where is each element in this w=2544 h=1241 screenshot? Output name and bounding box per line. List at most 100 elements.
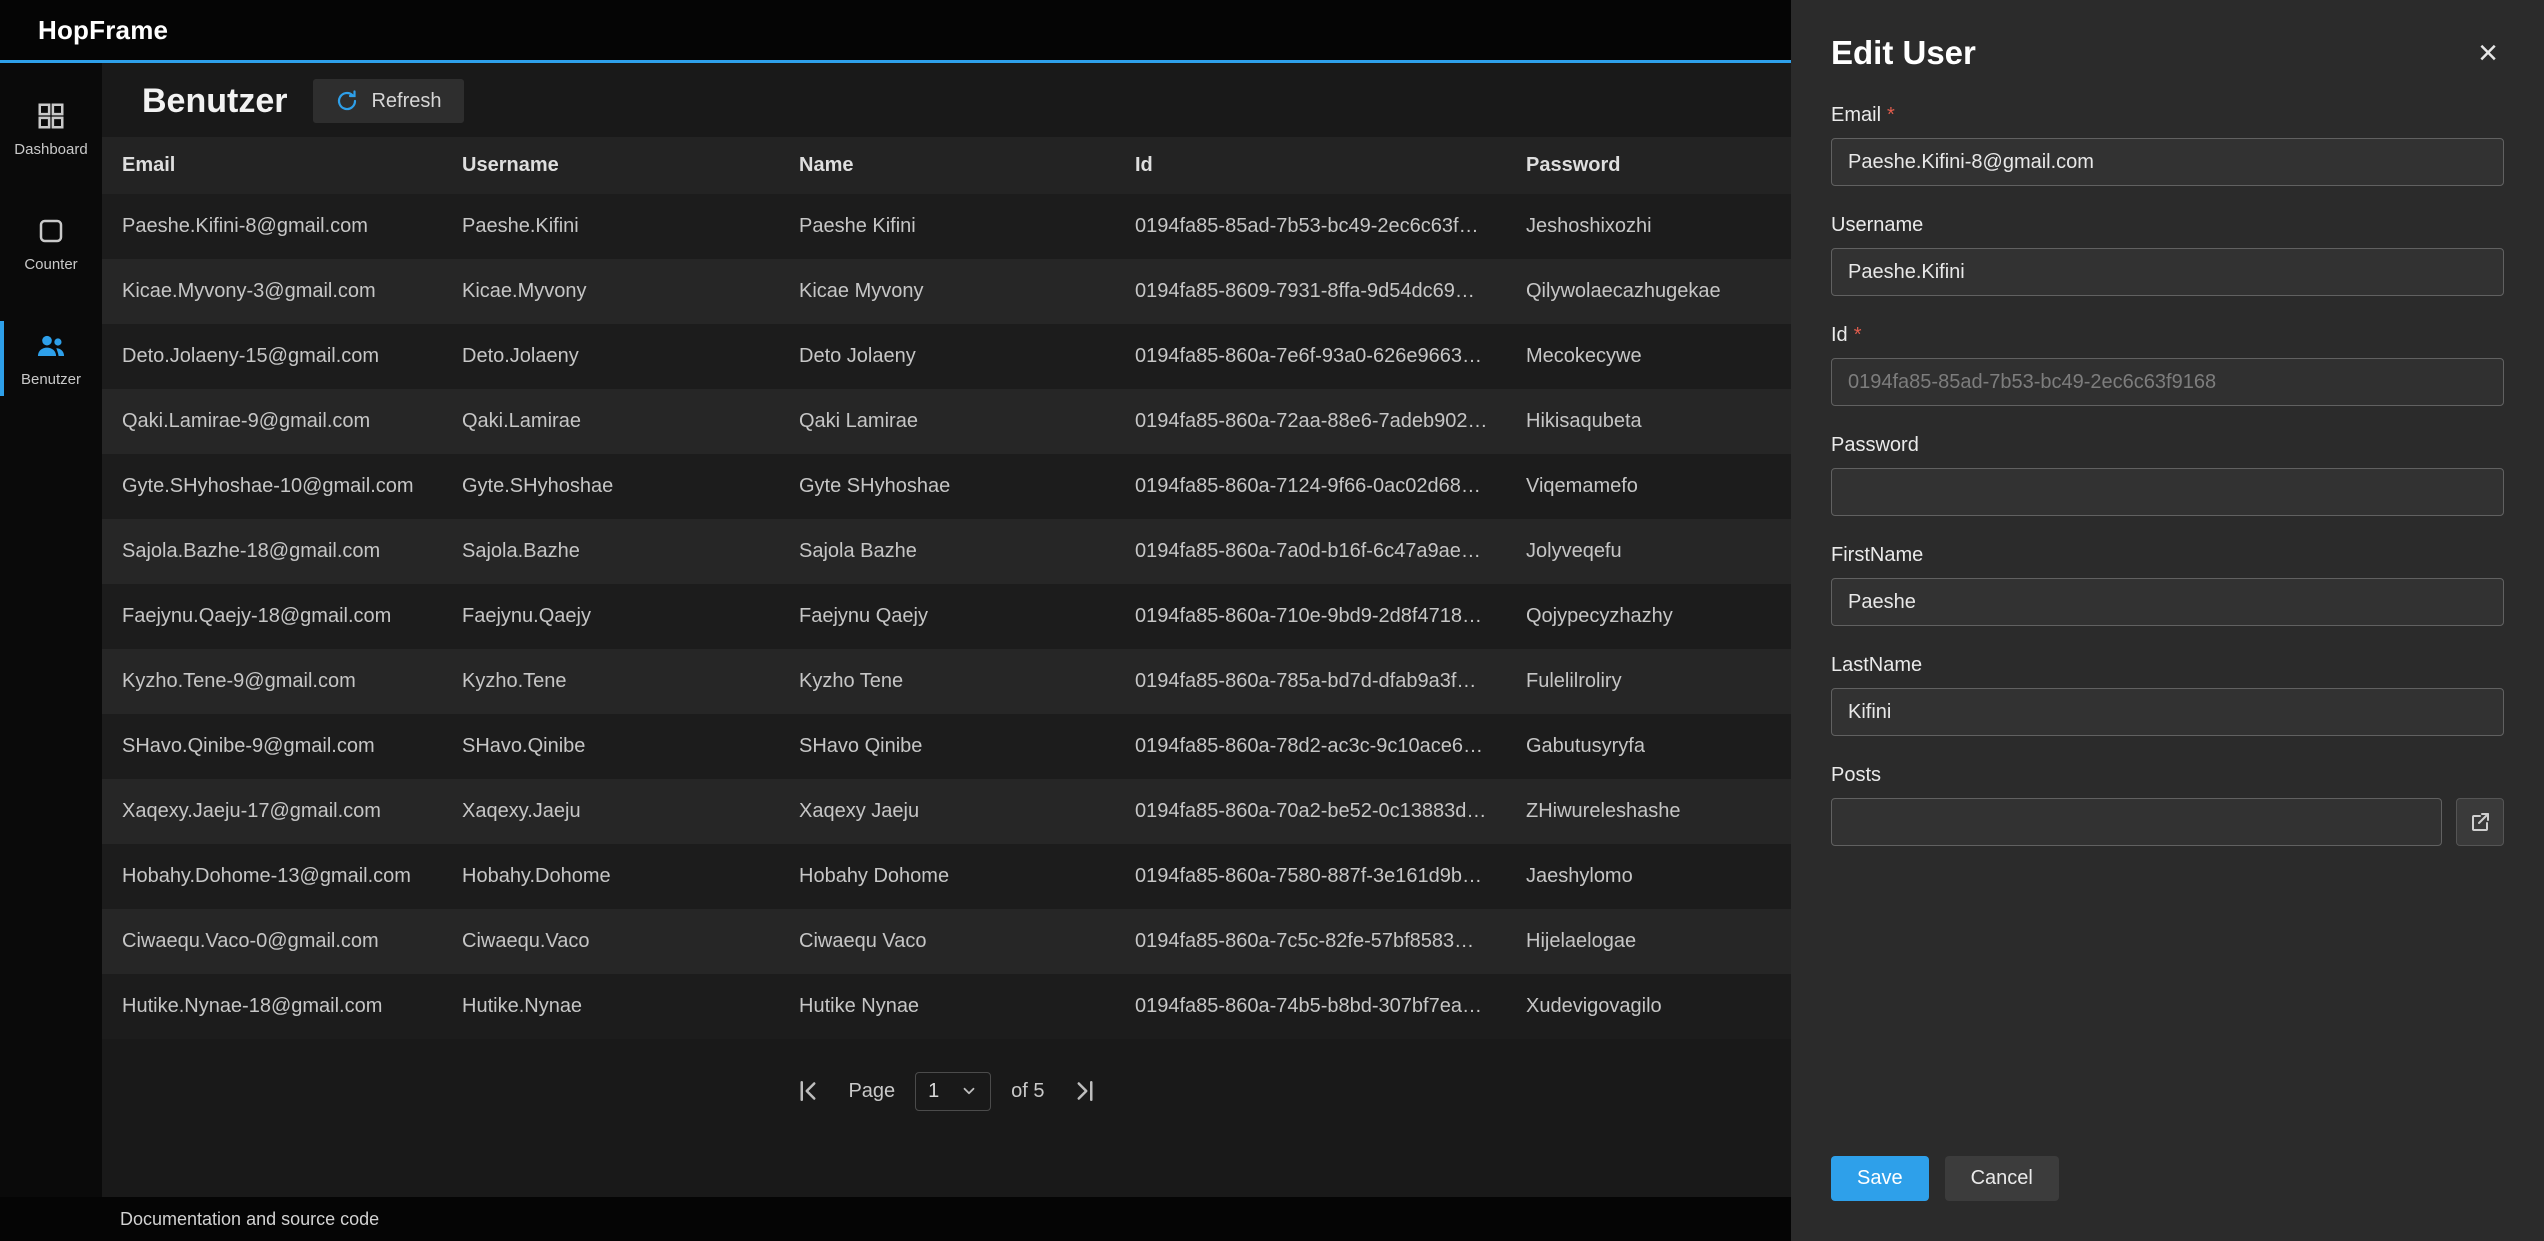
firstname-field[interactable]: [1831, 578, 2504, 626]
cancel-button[interactable]: Cancel: [1945, 1156, 2059, 1201]
edit-user-panel: Edit User × Email* Username Id* Password…: [1791, 0, 2544, 1241]
last-page-button[interactable]: [1065, 1071, 1105, 1111]
table-cell: 0194fa85-860a-78d2-ac3c-9c10ace6…: [1115, 714, 1506, 779]
documentation-link[interactable]: Documentation and source code: [120, 1209, 379, 1230]
close-icon: ×: [2478, 34, 2498, 72]
table-cell: Gyte.SHyhoshae: [442, 454, 779, 519]
table-row[interactable]: Hobahy.Dohome-13@gmail.comHobahy.DohomeH…: [102, 844, 1791, 909]
app-title: HopFrame: [38, 15, 168, 46]
table-cell: Kicae.Myvony: [442, 259, 779, 324]
table-cell: Qaki.Lamirae-9@gmail.com: [102, 389, 442, 454]
page-label: Page: [848, 1080, 895, 1103]
column-header-password: Password: [1506, 137, 1791, 194]
table-cell: Ciwaequ.Vaco: [442, 909, 779, 974]
table-row[interactable]: Faejynu.Qaejy-18@gmail.comFaejynu.QaejyF…: [102, 584, 1791, 649]
username-field[interactable]: [1831, 248, 2504, 296]
email-field[interactable]: [1831, 138, 2504, 186]
sidebar-item-counter[interactable]: Counter: [0, 202, 102, 285]
table-cell: Sajola.Bazhe-18@gmail.com: [102, 519, 442, 584]
table-cell: SHavo Qinibe: [779, 714, 1115, 779]
table-row[interactable]: Deto.Jolaeny-15@gmail.comDeto.JolaenyDet…: [102, 324, 1791, 389]
table-row[interactable]: Qaki.Lamirae-9@gmail.comQaki.LamiraeQaki…: [102, 389, 1791, 454]
table-cell: Gabutusyryfa: [1506, 714, 1791, 779]
table-cell: Hobahy.Dohome: [442, 844, 779, 909]
pagination: Page 1 of 5: [102, 1071, 1791, 1111]
refresh-label: Refresh: [371, 90, 441, 113]
table-cell: 0194fa85-860a-7c5c-82fe-57bf8583…: [1115, 909, 1506, 974]
main-content: Benutzer Refresh Email: [102, 63, 1791, 1197]
table-row[interactable]: Sajola.Bazhe-18@gmail.comSajola.BazheSaj…: [102, 519, 1791, 584]
panel-title: Edit User: [1831, 34, 1976, 72]
app-window: HopFrame Dashboard: [0, 0, 2544, 1241]
table-cell: Kyzho Tene: [779, 649, 1115, 714]
table-cell: 0194fa85-860a-710e-9bd9-2d8f4718…: [1115, 584, 1506, 649]
password-label: Password: [1831, 434, 2504, 457]
table-row[interactable]: Kyzho.Tene-9@gmail.comKyzho.TeneKyzho Te…: [102, 649, 1791, 714]
table-cell: Xaqexy.Jaeju: [442, 779, 779, 844]
table-cell: 0194fa85-860a-7124-9f66-0ac02d68…: [1115, 454, 1506, 519]
table-row[interactable]: SHavo.Qinibe-9@gmail.comSHavo.QinibeSHav…: [102, 714, 1791, 779]
field-username: Username: [1831, 214, 2504, 296]
sidebar-item-dashboard[interactable]: Dashboard: [0, 87, 102, 170]
table-cell: ZHiwureleshashe: [1506, 779, 1791, 844]
users-table: Email Username Name Id Password Paeshe.K…: [102, 137, 1791, 1039]
table-cell: Xaqexy Jaeju: [779, 779, 1115, 844]
external-link-icon: [2468, 810, 2492, 834]
column-header-id: Id: [1115, 137, 1506, 194]
sidebar-item-benutzer[interactable]: Benutzer: [0, 317, 102, 400]
firstname-label: FirstName: [1831, 544, 2504, 567]
posts-field[interactable]: [1831, 798, 2442, 846]
sidebar: Dashboard Counter: [0, 63, 102, 1197]
sidebar-item-label: Dashboard: [14, 141, 87, 158]
table-row[interactable]: Hutike.Nynae-18@gmail.comHutike.NynaeHut…: [102, 974, 1791, 1039]
lastname-field[interactable]: [1831, 688, 2504, 736]
table-row[interactable]: Paeshe.Kifini-8@gmail.comPaeshe.KifiniPa…: [102, 194, 1791, 259]
table-cell: Kicae Myvony: [779, 259, 1115, 324]
table-cell: Hutike.Nynae-18@gmail.com: [102, 974, 442, 1039]
table-cell: SHavo.Qinibe-9@gmail.com: [102, 714, 442, 779]
table-cell: Faejynu.Qaejy: [442, 584, 779, 649]
table-cell: Hutike Nynae: [779, 974, 1115, 1039]
save-button[interactable]: Save: [1831, 1156, 1929, 1201]
close-button[interactable]: ×: [2472, 34, 2504, 72]
table-cell: Gyte SHyhoshae: [779, 454, 1115, 519]
page-count-label: of 5: [1011, 1080, 1044, 1103]
table-row[interactable]: Kicae.Myvony-3@gmail.comKicae.MyvonyKica…: [102, 259, 1791, 324]
table-cell: 0194fa85-860a-7580-887f-3e161d9b…: [1115, 844, 1506, 909]
table-cell: Kyzho.Tene-9@gmail.com: [102, 649, 442, 714]
sidebar-item-label: Benutzer: [21, 371, 81, 388]
table-cell: Hobahy Dohome: [779, 844, 1115, 909]
refresh-icon: [335, 89, 359, 113]
table-row[interactable]: Gyte.SHyhoshae-10@gmail.comGyte.SHyhosha…: [102, 454, 1791, 519]
table-cell: Qojypecyzhazhy: [1506, 584, 1791, 649]
refresh-button[interactable]: Refresh: [313, 79, 463, 123]
table-cell: Xaqexy.Jaeju-17@gmail.com: [102, 779, 442, 844]
table-cell: 0194fa85-85ad-7b53-bc49-2ec6c63f…: [1115, 194, 1506, 259]
table-cell: Deto.Jolaeny: [442, 324, 779, 389]
table-cell: 0194fa85-860a-7e6f-93a0-626e9663…: [1115, 324, 1506, 389]
password-field[interactable]: [1831, 468, 2504, 516]
open-posts-button[interactable]: [2456, 798, 2504, 846]
table-row[interactable]: Ciwaequ.Vaco-0@gmail.comCiwaequ.VacoCiwa…: [102, 909, 1791, 974]
table-cell: Hobahy.Dohome-13@gmail.com: [102, 844, 442, 909]
table-cell: Paeshe Kifini: [779, 194, 1115, 259]
table-cell: Ciwaequ.Vaco-0@gmail.com: [102, 909, 442, 974]
first-page-button[interactable]: [788, 1071, 828, 1111]
table-cell: Deto.Jolaeny-15@gmail.com: [102, 324, 442, 389]
field-firstname: FirstName: [1831, 544, 2504, 626]
table-cell: Kicae.Myvony-3@gmail.com: [102, 259, 442, 324]
page-number-select[interactable]: 1: [915, 1072, 991, 1111]
table-cell: Sajola Bazhe: [779, 519, 1115, 584]
table-row[interactable]: Xaqexy.Jaeju-17@gmail.comXaqexy.JaejuXaq…: [102, 779, 1791, 844]
panel-actions: Save Cancel: [1831, 1156, 2504, 1201]
required-asterisk: *: [1854, 324, 1862, 346]
main-region: HopFrame Dashboard: [0, 0, 1791, 1241]
users-icon: [34, 329, 68, 363]
table-cell: Paeshe.Kifini: [442, 194, 779, 259]
table-cell: Jolyveqefu: [1506, 519, 1791, 584]
username-label: Username: [1831, 214, 2504, 237]
required-asterisk: *: [1887, 104, 1895, 126]
table-cell: 0194fa85-860a-74b5-b8bd-307bf7ea…: [1115, 974, 1506, 1039]
column-header-email: Email: [102, 137, 442, 194]
table-cell: Faejynu Qaejy: [779, 584, 1115, 649]
